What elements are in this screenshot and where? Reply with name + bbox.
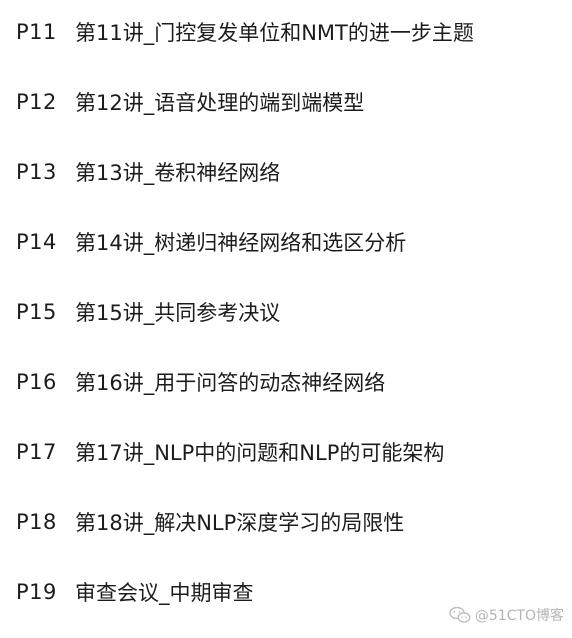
watermark: @51CTO博客 (449, 602, 564, 628)
list-item: P16 第16讲_用于问答的动态神经网络 (0, 362, 572, 402)
lecture-title: 第17讲_NLP中的问题和NLP的可能架构 (75, 441, 445, 465)
lecture-list: P11 第11讲_门控复发单位和NMT的进一步主题 P12 第12讲_语音处理的… (0, 0, 572, 638)
lecture-code: P18 (16, 510, 57, 534)
list-item: P14 第14讲_树递归神经网络和选区分析 (0, 222, 572, 262)
lecture-code: P13 (16, 160, 57, 184)
list-item: P15 第15讲_共同参考决议 (0, 292, 572, 332)
watermark-text: @51CTO博客 (474, 608, 564, 624)
lecture-title: 第13讲_卷积神经网络 (75, 161, 281, 185)
lecture-code: P11 (16, 20, 57, 44)
lecture-code: P14 (16, 230, 57, 254)
lecture-title: 第16讲_用于问答的动态神经网络 (75, 371, 386, 395)
list-item: P13 第13讲_卷积神经网络 (0, 152, 572, 192)
lecture-title: 第14讲_树递归神经网络和选区分析 (75, 231, 407, 255)
lecture-code: P12 (16, 90, 57, 114)
list-item: P18 第18讲_解决NLP深度学习的局限性 (0, 502, 572, 542)
lecture-code: P17 (16, 440, 57, 464)
lecture-code: P19 (16, 580, 57, 604)
list-item: P12 第12讲_语音处理的端到端模型 (0, 82, 572, 122)
wechat-icon (449, 606, 471, 623)
lecture-title: 第18讲_解决NLP深度学习的局限性 (75, 511, 405, 535)
lecture-code: P15 (16, 300, 57, 324)
lecture-code: P16 (16, 370, 57, 394)
list-item: P11 第11讲_门控复发单位和NMT的进一步主题 (0, 12, 572, 52)
lecture-title: 第15讲_共同参考决议 (75, 301, 281, 325)
lecture-title: 第11讲_门控复发单位和NMT的进一步主题 (75, 21, 474, 45)
list-item: P17 第17讲_NLP中的问题和NLP的可能架构 (0, 432, 572, 472)
lecture-title: 审查会议_中期审查 (75, 581, 254, 605)
lecture-title: 第12讲_语音处理的端到端模型 (75, 91, 365, 115)
